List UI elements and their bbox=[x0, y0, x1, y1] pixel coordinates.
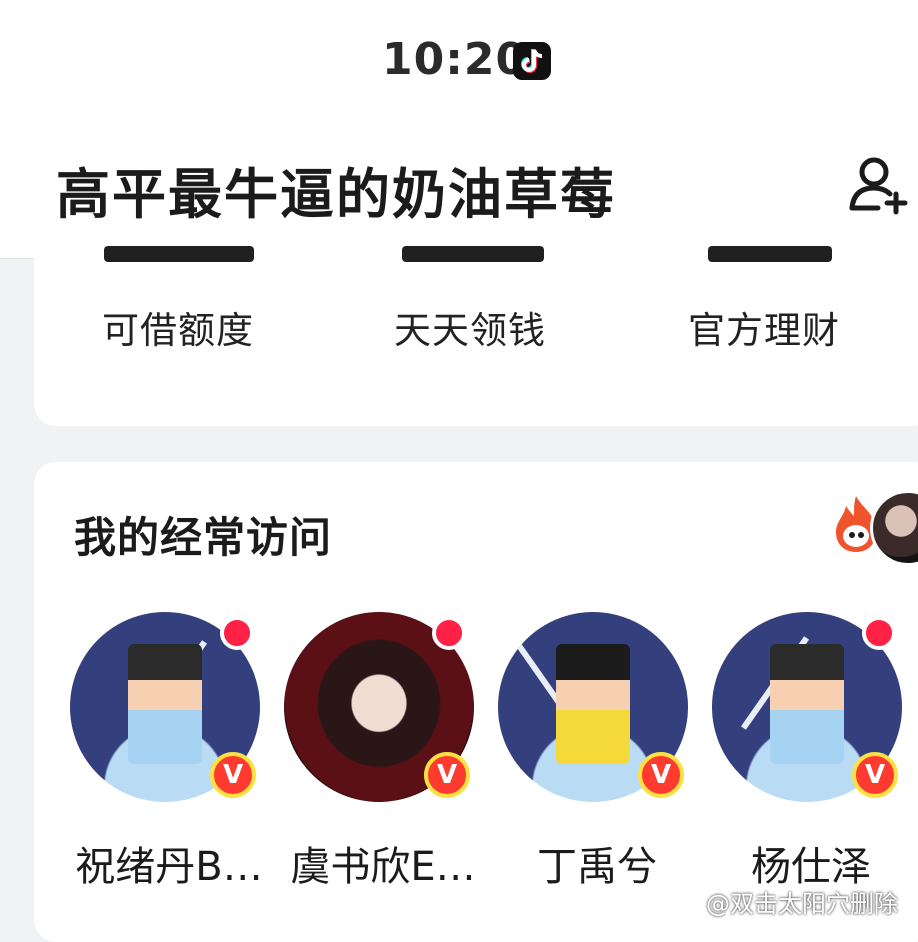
pixel-character bbox=[770, 644, 844, 764]
verified-badge: V bbox=[852, 752, 898, 798]
section-title: 我的经常访问 bbox=[74, 513, 333, 562]
add-friend-icon[interactable] bbox=[846, 152, 912, 218]
pixel-character bbox=[128, 644, 202, 764]
frequent-visits-card: 我的经常访问 V 祝绪丹B… V 虞书欣E… V 丁禹兮 V 杨仕泽 bbox=[34, 462, 918, 942]
finance-item-credit[interactable]: 可借额度 bbox=[102, 300, 254, 354]
finance-item-wealth[interactable]: 官方理财 bbox=[688, 300, 840, 354]
clipped-value bbox=[402, 246, 544, 262]
status-time: 10:20 bbox=[382, 34, 528, 85]
verified-badge: V bbox=[638, 752, 684, 798]
clipped-value bbox=[104, 246, 254, 262]
contact-name: 丁禹兮 bbox=[537, 844, 657, 890]
clipped-values bbox=[34, 220, 918, 268]
new-update-dot bbox=[862, 616, 896, 650]
verified-badge: V bbox=[424, 752, 470, 798]
new-update-dot bbox=[432, 616, 466, 650]
page-title: 高平最牛逼的奶油草莓 bbox=[56, 163, 616, 226]
new-update-dot bbox=[220, 616, 254, 650]
contact-name: 祝绪丹B… bbox=[75, 844, 263, 890]
verified-badge: V bbox=[210, 752, 256, 798]
contact-name: 虞书欣E… bbox=[290, 844, 476, 890]
clipped-value bbox=[708, 246, 832, 262]
finance-card: 可借额度 天天领钱 官方理财 bbox=[34, 220, 918, 426]
finance-item-daily-cash[interactable]: 天天领钱 bbox=[394, 300, 546, 354]
tiktok-icon bbox=[513, 42, 551, 80]
watermark: @双击太阳穴删除 bbox=[706, 890, 898, 918]
pixel-character bbox=[556, 644, 630, 764]
